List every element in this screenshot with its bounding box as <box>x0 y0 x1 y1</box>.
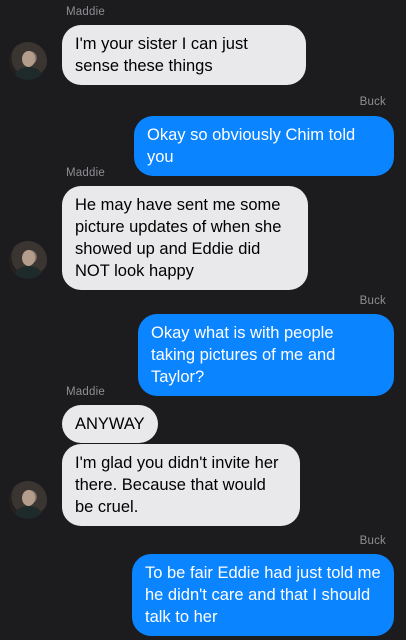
maddie-avatar[interactable] <box>9 42 47 80</box>
incoming-message-bubble[interactable]: ANYWAY <box>62 405 158 443</box>
sender-name-buck: Buck <box>359 535 386 547</box>
outgoing-message-bubble[interactable]: Okay what is with people taking pictures… <box>138 314 394 396</box>
incoming-message-bubble[interactable]: He may have sent me some picture updates… <box>62 186 308 290</box>
incoming-message-bubble[interactable]: I'm glad you didn't invite her there. Be… <box>62 444 300 526</box>
sender-name-buck: Buck <box>359 96 386 108</box>
outgoing-message-bubble[interactable]: Okay so obviously Chim told you <box>134 116 394 176</box>
chat-thread: Maddie I'm your sister I can just sense … <box>0 0 406 640</box>
sender-name-maddie: Maddie <box>66 6 105 18</box>
outgoing-message-bubble[interactable]: To be fair Eddie had just told me he did… <box>132 554 394 636</box>
sender-name-buck: Buck <box>359 295 386 307</box>
sender-name-maddie: Maddie <box>66 167 105 179</box>
sender-name-maddie: Maddie <box>66 386 105 398</box>
maddie-avatar[interactable] <box>9 481 47 519</box>
incoming-message-bubble[interactable]: I'm your sister I can just sense these t… <box>62 25 306 85</box>
maddie-avatar[interactable] <box>9 241 47 279</box>
